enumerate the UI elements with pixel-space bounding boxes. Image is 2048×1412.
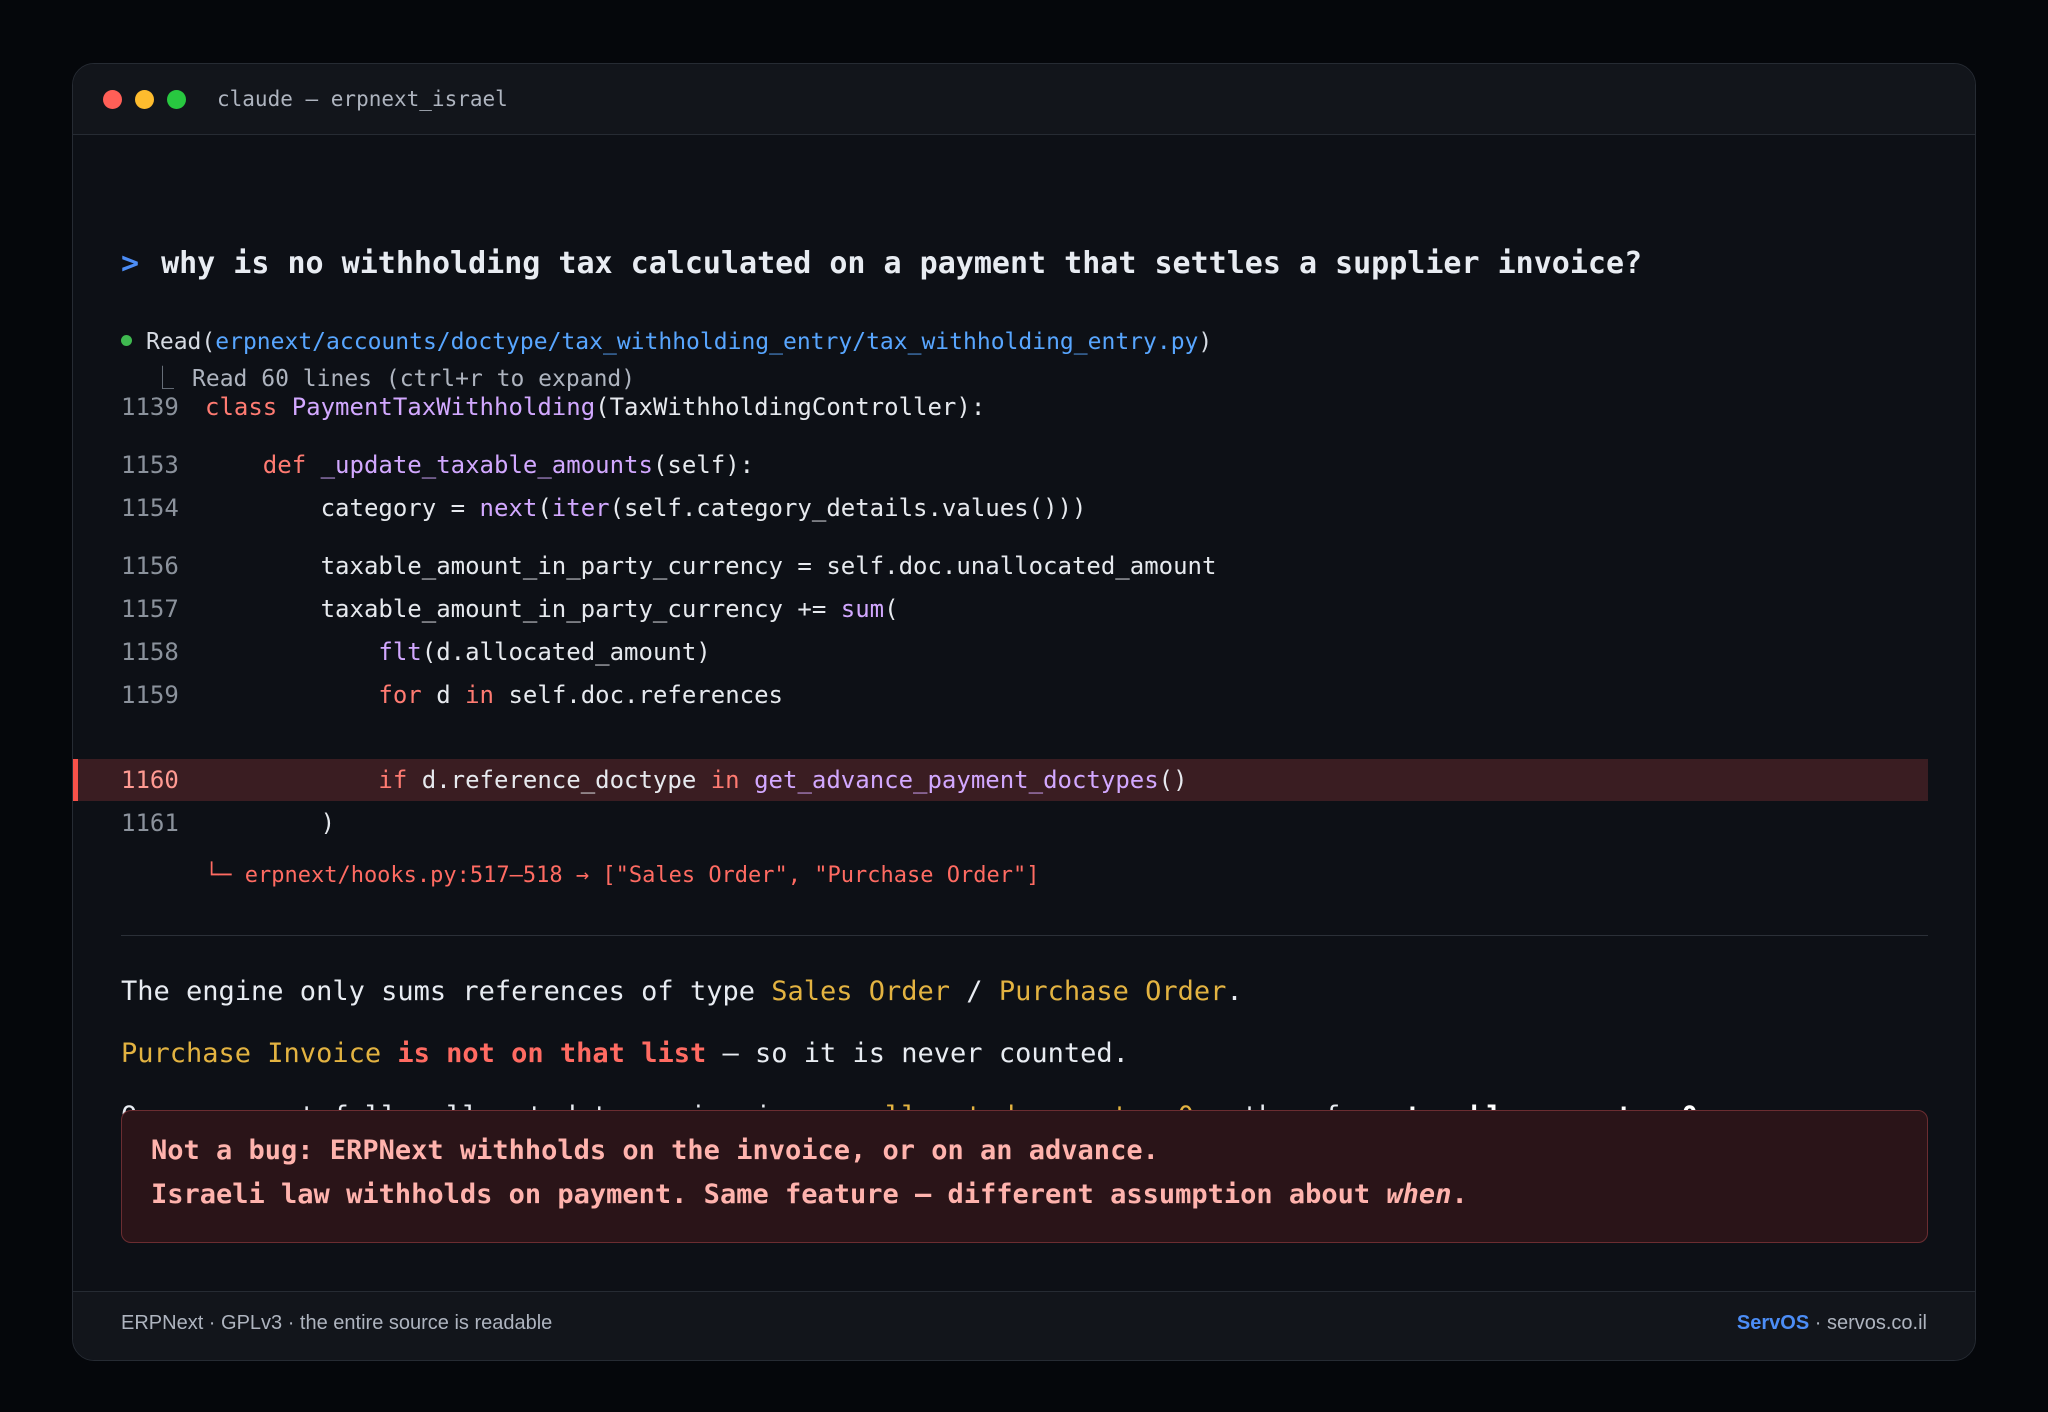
brand-link[interactable]: ServOS	[1737, 1312, 1809, 1334]
window-title: claude — erpnext_israel	[217, 87, 508, 111]
hooks-annotation: └─ erpnext/hooks.py:517–518 → ["Sales Or…	[205, 863, 1040, 888]
callout-line: Not a bug: ERPNext withholds on the invo…	[151, 1135, 1159, 1166]
code-line: 1157 taxable_amount_in_party_currency +=…	[73, 588, 1928, 630]
close-window-button[interactable]	[103, 90, 122, 109]
code-text: )	[205, 809, 336, 837]
code-text: for d in self.doc.references	[378, 681, 783, 709]
code-text: category = next(iter(self.category_detai…	[205, 494, 1087, 522]
footer: ERPNext · GPLv3 · the entire source is r…	[73, 1291, 1975, 1360]
line-number: 1159	[121, 681, 179, 709]
terminal-window: claude — erpnext_israel > why is no withh…	[72, 63, 1976, 1361]
code-line: 1156 taxable_amount_in_party_currency = …	[73, 545, 1928, 587]
line-number: 1153	[121, 451, 179, 479]
code-line: 1161 )	[73, 802, 1928, 844]
tool-name: Read	[146, 329, 202, 355]
conclusion-callout: Not a bug: ERPNext withholds on the invo…	[121, 1110, 1928, 1243]
code-text: def _update_taxable_amounts(self):	[262, 451, 755, 479]
line-number: 1154	[121, 494, 179, 522]
code-line: 1154 category = next(iter(self.category_…	[73, 487, 1928, 529]
line-number: 1139	[121, 393, 179, 421]
code-text: taxable_amount_in_party_currency = self.…	[205, 552, 1217, 580]
line-number: 1156	[121, 552, 179, 580]
code-line: 1158 flt(d.allocated_amount)	[73, 631, 1928, 673]
line-number: 1160	[121, 766, 179, 794]
site-link[interactable]: servos.co.il	[1827, 1312, 1927, 1334]
explanation-paragraph: The engine only sums references of type …	[121, 976, 1243, 1007]
code-line: 1159 for d in self.doc.references	[73, 674, 1928, 716]
code-line: 1153 def _update_taxable_amounts(self):	[73, 444, 1928, 486]
tool-call: Read(erpnext/accounts/doctype/tax_withho…	[121, 326, 1212, 358]
user-prompt: > why is no withholding tax calculated on…	[121, 244, 1642, 284]
explanation-paragraph: Purchase Invoice is not on that list — s…	[121, 1038, 1129, 1069]
prompt-text: why is no withholding tax calculated on …	[161, 246, 1643, 281]
maximize-window-button[interactable]	[167, 90, 186, 109]
footer-license: ERPNext · GPLv3 · the entire source is r…	[121, 1312, 553, 1334]
callout-line: Israeli law withholds on payment. Same f…	[151, 1179, 1468, 1210]
line-number: 1161	[121, 809, 179, 837]
code-text: class PaymentTaxWithholding(TaxWithholdi…	[205, 393, 986, 421]
title-bar: claude — erpnext_israel	[73, 64, 1975, 135]
code-text: flt(d.allocated_amount)	[378, 638, 711, 666]
footer-brand: ServOS · servos.co.il	[1736, 1312, 1927, 1334]
status-dot-icon	[121, 335, 132, 346]
highlighted-code-line: 1160 if d.reference_doctype in get_advan…	[73, 759, 1928, 801]
code-text: taxable_amount_in_party_currency += sum(	[205, 595, 899, 623]
divider	[121, 935, 1928, 936]
prompt-caret-icon: >	[121, 246, 140, 281]
line-number: 1157	[121, 595, 179, 623]
minimize-window-button[interactable]	[135, 90, 154, 109]
line-number: 1158	[121, 638, 179, 666]
code-line: 1139 class PaymentTaxWithholding(TaxWithh…	[73, 386, 1928, 428]
tool-path-link[interactable]: erpnext/accounts/doctype/tax_withholding…	[215, 329, 1198, 355]
code-text: if d.reference_doctype in get_advance_pa…	[378, 766, 1188, 794]
